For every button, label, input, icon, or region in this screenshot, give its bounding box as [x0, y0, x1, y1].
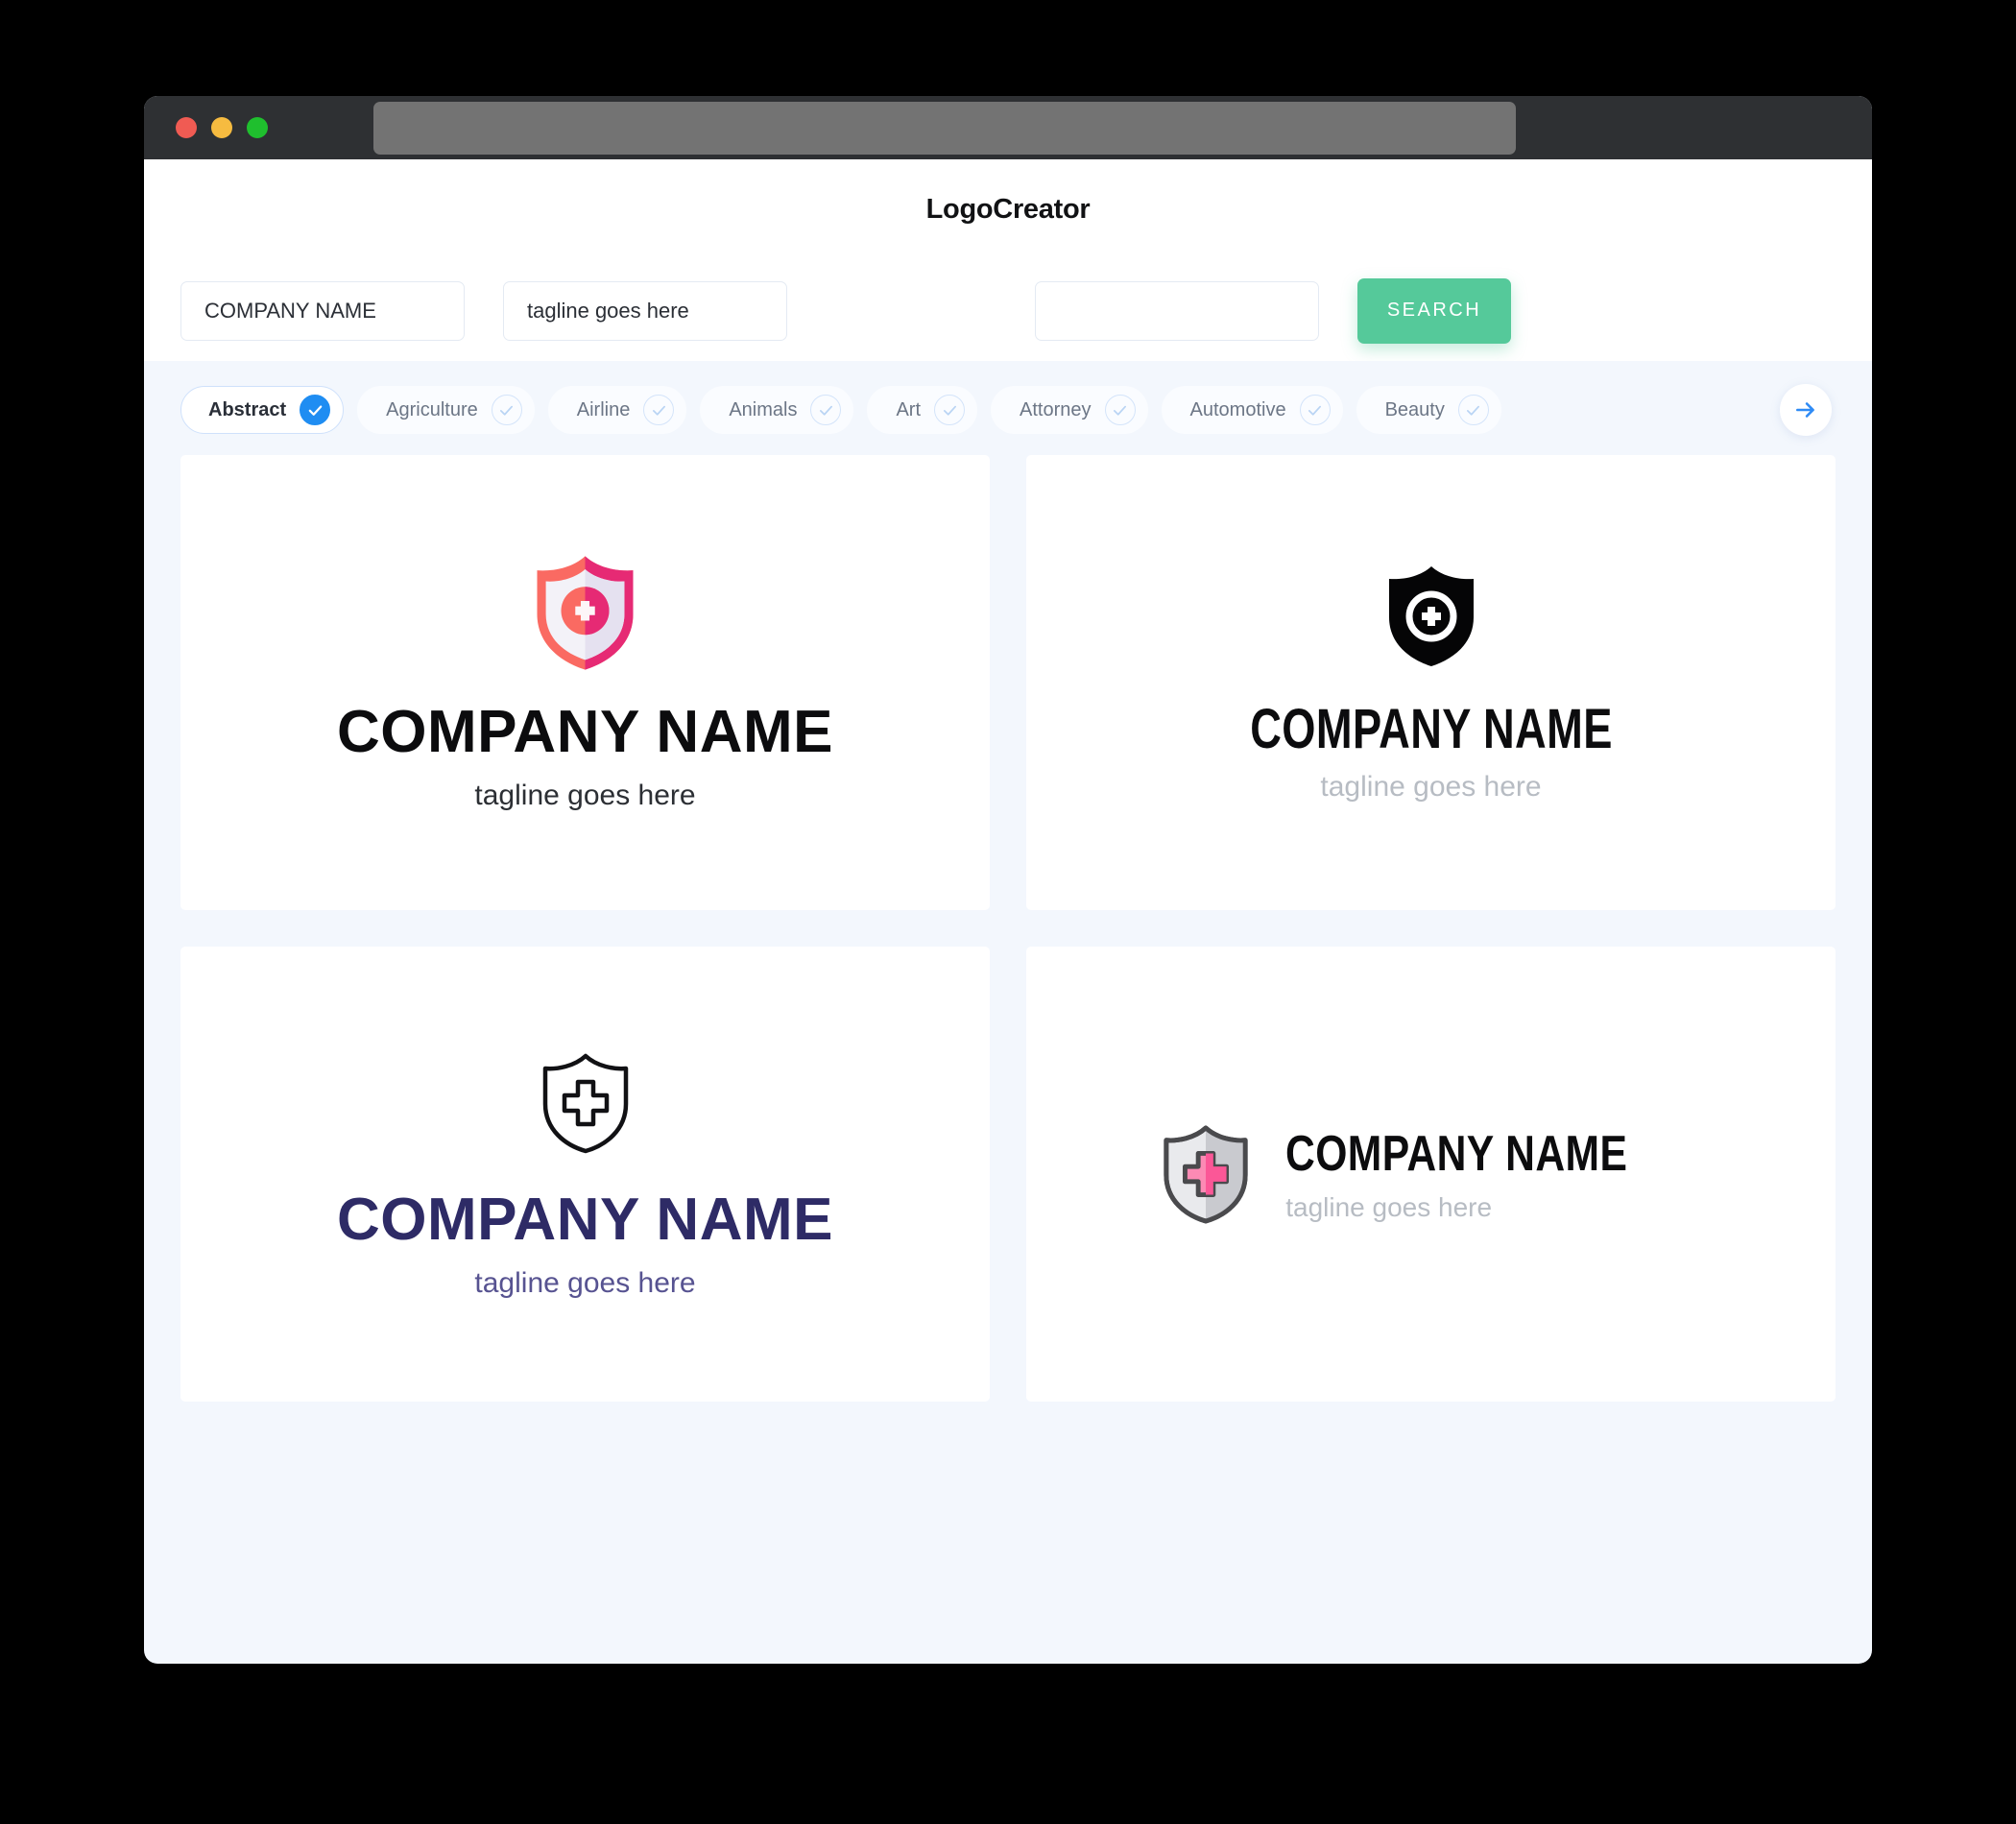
maximize-window-button[interactable] — [247, 117, 268, 138]
logo-card-4[interactable]: COMPANY NAME tagline goes here — [1026, 947, 1836, 1402]
category-chip-label: Agriculture — [386, 398, 478, 420]
logo-text-block-4: COMPANY NAME tagline goes here — [1285, 1125, 1703, 1223]
browser-window: LogoCreator SEARCH Abstract Agriculture Ai… — [144, 96, 1872, 1664]
shield-cross-outline-icon — [542, 1053, 628, 1153]
logo-company-name: COMPANY NAME — [1249, 697, 1613, 760]
traffic-light-group — [176, 117, 268, 138]
minimize-window-button[interactable] — [211, 117, 232, 138]
category-chip-automotive[interactable]: Automotive — [1161, 386, 1343, 434]
category-chip-agriculture[interactable]: Agriculture — [357, 386, 535, 434]
check-icon — [934, 395, 966, 425]
app-header: LogoCreator — [144, 159, 1872, 260]
browser-titlebar — [144, 96, 1872, 159]
search-button[interactable]: SEARCH — [1357, 277, 1511, 344]
app-title: LogoCreator — [925, 194, 1091, 225]
category-chip-label: Animals — [729, 398, 798, 420]
close-window-button[interactable] — [176, 117, 197, 138]
category-filter-bar: Abstract Agriculture Airline Animals Art Atto… — [144, 361, 1872, 455]
category-chip-label: Attorney — [1020, 398, 1092, 420]
tagline-input[interactable] — [503, 280, 787, 341]
category-chip-art[interactable]: Art — [867, 386, 978, 434]
logo-tagline: tagline goes here — [1320, 770, 1542, 803]
logo-preview-4: COMPANY NAME tagline goes here — [1159, 1122, 1703, 1226]
logo-card-3[interactable]: COMPANY NAME tagline goes here — [180, 947, 990, 1402]
category-chip-beauty[interactable]: Beauty — [1356, 386, 1501, 434]
arrow-right-icon — [1796, 402, 1814, 418]
keyword-input[interactable] — [1035, 280, 1319, 341]
logo-preview-3: COMPANY NAME tagline goes here — [337, 1049, 833, 1300]
category-chip-label: Abstract — [208, 398, 287, 420]
category-chip-airline[interactable]: Airline — [547, 386, 687, 434]
category-chip-label: Art — [896, 398, 922, 420]
category-chip-animals[interactable]: Animals — [700, 386, 854, 434]
logo-card-1[interactable]: COMPANY NAME tagline goes here — [180, 455, 990, 910]
search-toolbar: SEARCH — [144, 260, 1872, 361]
check-icon — [643, 395, 675, 425]
shield-cross-gray-pink-icon — [1164, 1125, 1248, 1224]
logo-tagline: tagline goes here — [1285, 1192, 1493, 1222]
check-icon — [1457, 395, 1489, 425]
check-icon — [300, 395, 331, 425]
logo-company-name: COMPANY NAME — [337, 699, 833, 765]
shield-plus-gradient-icon — [537, 556, 634, 670]
category-chip-label: Automotive — [1189, 398, 1286, 420]
logo-tagline: tagline goes here — [474, 780, 696, 811]
shield-plus-solid-black-icon — [1388, 565, 1474, 666]
check-icon — [810, 395, 842, 425]
logo-preview-1: COMPANY NAME tagline goes here — [337, 553, 833, 812]
logo-tagline: tagline goes here — [474, 1266, 696, 1299]
category-chip-label: Airline — [576, 398, 631, 420]
categories-next-button[interactable] — [1780, 384, 1832, 436]
logo-card-2[interactable]: COMPANY NAME tagline goes here — [1026, 455, 1836, 910]
logo-preview-2: COMPANY NAME tagline goes here — [1199, 563, 1664, 804]
company-name-input[interactable] — [180, 280, 465, 341]
logo-results-grid: COMPANY NAME tagline goes here COMPANY N… — [144, 455, 1872, 1436]
logo-company-name: COMPANY NAME — [337, 1186, 833, 1253]
browser-url-bar[interactable] — [373, 101, 1516, 155]
check-icon — [1104, 395, 1136, 425]
category-chip-attorney[interactable]: Attorney — [991, 386, 1148, 434]
category-chip-abstract[interactable]: Abstract — [180, 386, 345, 434]
category-chip-label: Beauty — [1384, 398, 1445, 420]
check-icon — [491, 395, 522, 425]
check-icon — [1299, 395, 1331, 425]
logo-company-name: COMPANY NAME — [1285, 1126, 1628, 1182]
